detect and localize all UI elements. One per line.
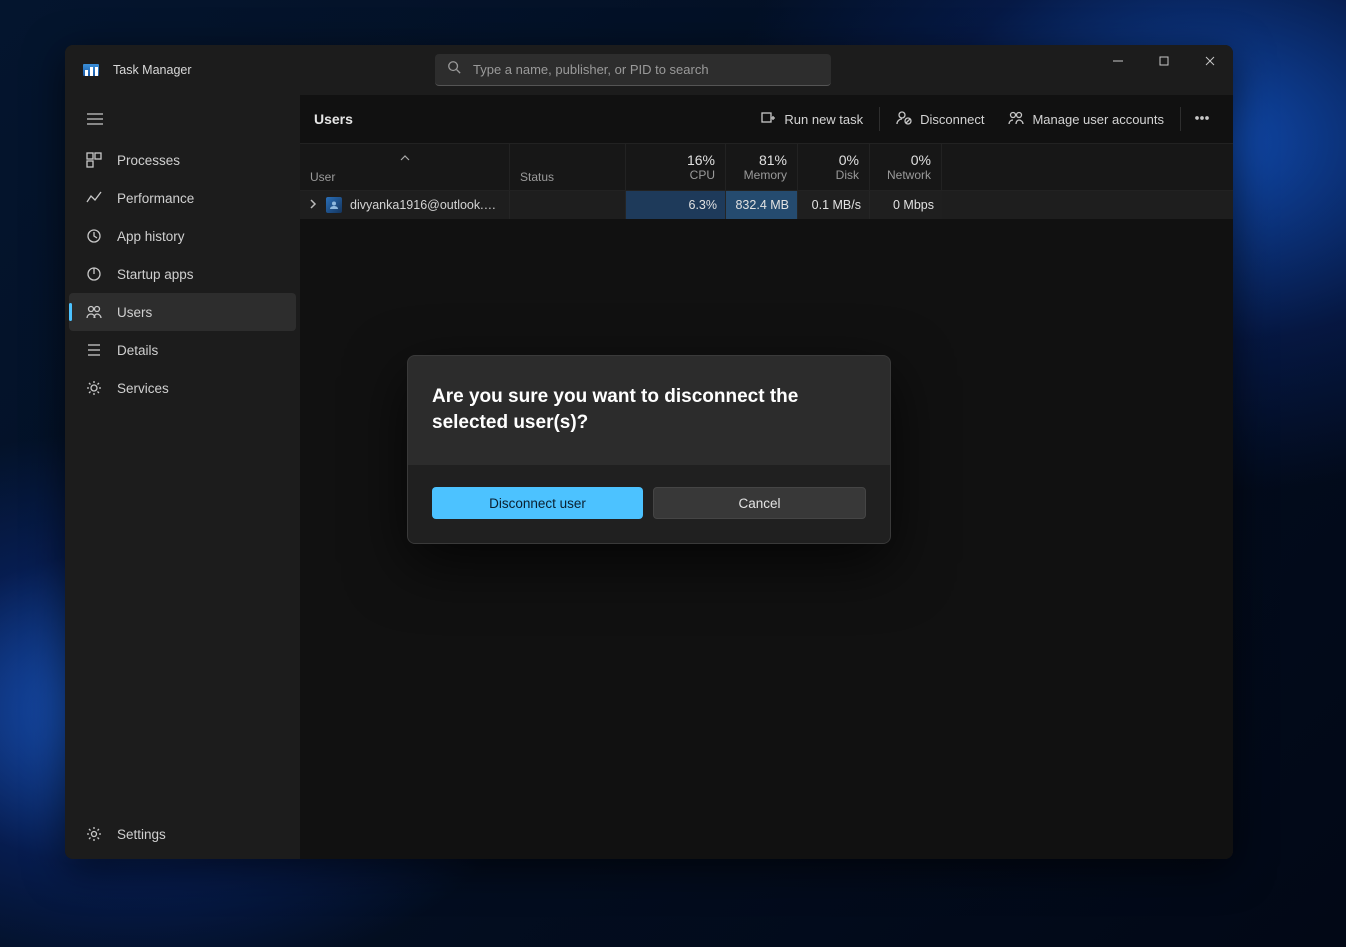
desktop-wallpaper: Task Manager: [0, 0, 1346, 947]
dialog-title: Are you sure you want to disconnect the …: [432, 384, 866, 435]
disconnect-confirm-dialog: Are you sure you want to disconnect the …: [407, 355, 891, 544]
task-manager-window: Task Manager: [65, 45, 1233, 859]
disconnect-user-button[interactable]: Disconnect user: [432, 487, 643, 519]
dialog-backdrop: Are you sure you want to disconnect the …: [65, 45, 1233, 859]
cancel-button[interactable]: Cancel: [653, 487, 866, 519]
